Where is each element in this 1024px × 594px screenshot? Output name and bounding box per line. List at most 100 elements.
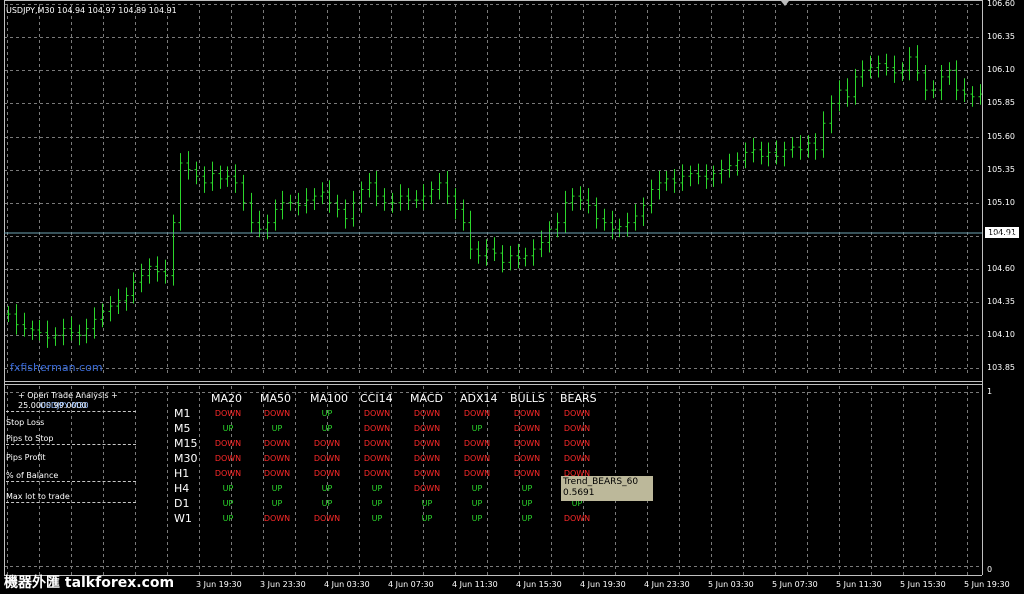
- signal-cell: DOWN: [413, 439, 441, 448]
- price-bar: [445, 170, 450, 205]
- price-tick: 105.10: [987, 197, 1015, 207]
- timeframe-label: D1: [174, 497, 190, 510]
- timeframe-label: M30: [174, 452, 198, 465]
- price-bar: [61, 318, 66, 346]
- signal-cell: DOWN: [563, 409, 591, 418]
- indicator-tooltip: Trend_BEARS_60 0.5691: [561, 476, 653, 501]
- signal-cell: DOWN: [413, 424, 441, 433]
- price-bar: [210, 161, 215, 191]
- subwindow-scale-bottom: 0: [987, 565, 993, 574]
- price-bar: [429, 181, 434, 205]
- signal-cell: DOWN: [413, 454, 441, 463]
- timeframe-label: H1: [174, 467, 190, 480]
- indicator-header: BULLS: [510, 392, 545, 405]
- signal-cell: UP: [222, 514, 234, 523]
- price-bar: [84, 318, 89, 344]
- signal-cell: UP: [421, 499, 433, 508]
- signal-cell: UP: [222, 499, 234, 508]
- timeframe-label: H4: [174, 482, 190, 495]
- price-bar: [30, 320, 35, 340]
- signal-cell: DOWN: [363, 409, 391, 418]
- price-bar: [539, 230, 544, 258]
- time-tick: 5 Jun 07:30: [772, 580, 818, 589]
- signal-cell: DOWN: [263, 469, 291, 478]
- signal-cell: DOWN: [313, 514, 341, 523]
- price-bar: [241, 174, 246, 211]
- price-bar: [186, 151, 191, 180]
- signal-cell: UP: [521, 484, 533, 493]
- price-bar: [680, 164, 685, 191]
- price-bar: [696, 163, 701, 185]
- pips-profit-label: Pips Profit: [6, 453, 46, 462]
- price-bar: [14, 304, 19, 335]
- price-bar: [280, 190, 285, 220]
- signal-cell: DOWN: [313, 439, 341, 448]
- price-bar: [523, 247, 528, 267]
- price-bar: [719, 159, 724, 184]
- price-bar: [617, 218, 622, 238]
- price-tick: 106.35: [987, 31, 1015, 41]
- price-bar: [359, 181, 364, 213]
- price-bar: [759, 141, 764, 165]
- price-bar: [108, 296, 113, 322]
- signal-cell: UP: [271, 424, 283, 433]
- signal-cell: DOWN: [214, 439, 242, 448]
- price-bar: [178, 153, 183, 231]
- stop-loss-label: Stop Loss: [6, 418, 45, 427]
- signal-cell: DOWN: [313, 469, 341, 478]
- signal-cell: DOWN: [363, 424, 391, 433]
- signal-cell: DOWN: [263, 439, 291, 448]
- indicator-header: MA50: [260, 392, 292, 405]
- signal-cell: UP: [471, 484, 483, 493]
- signal-cell: DOWN: [214, 409, 242, 418]
- signal-cell: DOWN: [563, 514, 591, 523]
- price-bar: [531, 239, 536, 266]
- price-bar: [335, 194, 340, 218]
- price-tick: 104.35: [987, 296, 1015, 306]
- price-bar: [147, 258, 152, 284]
- price-bar: [500, 245, 505, 273]
- price-bar: [468, 210, 473, 260]
- price-bar: [37, 320, 42, 341]
- signal-cell: UP: [222, 424, 234, 433]
- price-bar: [853, 68, 858, 105]
- signal-cell: DOWN: [513, 469, 541, 478]
- price-bar: [225, 166, 230, 187]
- signal-cell: UP: [371, 499, 383, 508]
- price-bar: [727, 153, 732, 178]
- signal-cell: DOWN: [413, 409, 441, 418]
- price-tick: 105.35: [987, 164, 1015, 174]
- price-bar: [45, 320, 50, 348]
- price-bar: [414, 190, 419, 209]
- price-bar: [570, 188, 575, 211]
- price-bar: [233, 164, 238, 193]
- price-bar: [312, 188, 317, 211]
- watermark-text: fxfisherman.com: [10, 361, 103, 374]
- price-bar: [782, 141, 787, 167]
- time-tick: 4 Jun 11:30: [452, 580, 498, 589]
- time-tick: 3 Jun 19:30: [196, 580, 242, 589]
- price-bar: [915, 45, 920, 81]
- signal-cell: UP: [321, 499, 333, 508]
- signal-cell: DOWN: [463, 439, 491, 448]
- price-bar: [688, 165, 693, 187]
- price-bar: [594, 197, 599, 229]
- indicator-header: CCI14: [360, 392, 393, 405]
- price-bar: [171, 214, 176, 286]
- time-tick: 3 Jun 23:30: [260, 580, 306, 589]
- indicator-header: MA100: [310, 392, 349, 405]
- price-bar: [751, 137, 756, 163]
- time-tick: 5 Jun 15:30: [900, 580, 946, 589]
- price-bar: [978, 84, 983, 105]
- signal-cell: DOWN: [214, 454, 242, 463]
- price-bar: [962, 78, 967, 103]
- signal-cell: UP: [371, 484, 383, 493]
- price-tick: 105.85: [987, 97, 1015, 107]
- signal-cell: DOWN: [363, 469, 391, 478]
- price-bar: [790, 137, 795, 158]
- signal-cell: UP: [471, 424, 483, 433]
- price-bar: [947, 62, 952, 85]
- signal-cell: DOWN: [263, 514, 291, 523]
- price-tick: 106.60: [987, 0, 1015, 8]
- signal-cell: UP: [521, 514, 533, 523]
